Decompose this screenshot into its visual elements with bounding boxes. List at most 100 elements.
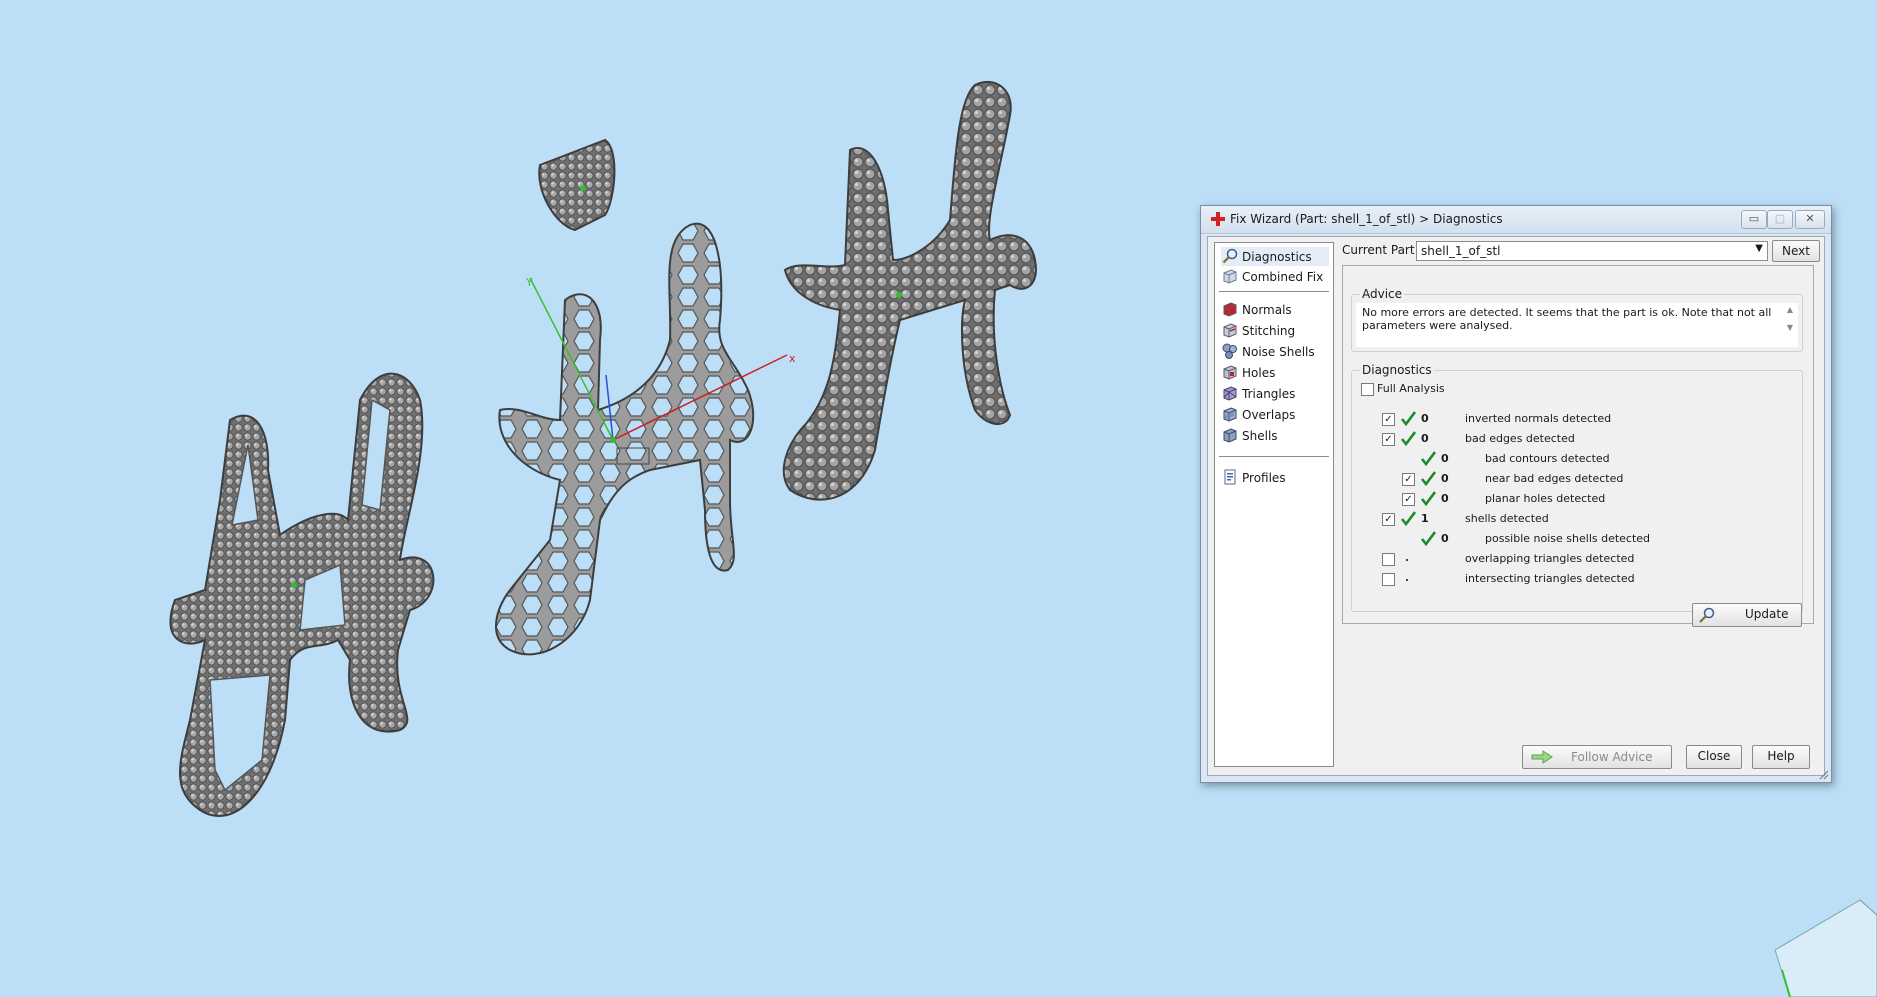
diagnostics-panel: Advice No more errors are detected. It s… <box>1342 265 1814 627</box>
dialog-title: Fix Wizard (Part: shell_1_of_stl) > Diag… <box>1230 212 1503 226</box>
pendant-middle-model: x Y <box>495 138 796 656</box>
sidebar-item-label: Stitching <box>1242 324 1296 338</box>
full-analysis-label: Full Analysis <box>1377 382 1445 395</box>
sidebar-item-label: Profiles <box>1242 471 1286 485</box>
resize-grip-icon[interactable] <box>1819 770 1829 780</box>
wizard-sidebar: Diagnostics Combined Fix Normals Stitchi… <box>1214 242 1334 767</box>
shells-checkbox[interactable]: ✓ <box>1382 513 1395 526</box>
overlapping-triangles-checkbox[interactable] <box>1382 553 1395 566</box>
fix-wizard-dialog: Fix Wizard (Part: shell_1_of_stl) > Diag… <box>1200 205 1832 783</box>
sidebar-item-diagnostics[interactable]: Diagnostics <box>1221 247 1329 266</box>
noise-shells-label: possible noise shells detected <box>1485 532 1651 545</box>
sidebar-item-triangles[interactable]: Triangles <box>1221 384 1329 403</box>
advice-legend: Advice <box>1360 287 1405 301</box>
sidebar-item-stitching[interactable]: Stitching <box>1221 321 1329 340</box>
inverted-normals-label: inverted normals detected <box>1465 412 1612 425</box>
pending-dot-icon <box>1406 579 1408 581</box>
sidebar-item-label: Combined Fix <box>1242 270 1324 284</box>
follow-advice-label: Follow Advice <box>1571 750 1653 764</box>
planar-holes-count: 0 <box>1441 492 1449 505</box>
sidebar-item-label: Noise Shells <box>1242 345 1315 359</box>
green-check-icon <box>1400 511 1416 526</box>
sidebar-item-normals[interactable]: Normals <box>1221 300 1329 319</box>
shells-count: 1 <box>1421 512 1429 525</box>
magnifier-icon <box>1222 248 1238 264</box>
sidebar-item-shells[interactable]: Shells <box>1221 426 1329 445</box>
help-button[interactable]: Help <box>1752 745 1810 769</box>
diagnostics-group: Diagnostics Full Analysis ✓ 0 inverted n… <box>1351 363 1803 627</box>
update-label: Update <box>1745 607 1789 621</box>
normals-cube-icon <box>1222 301 1238 317</box>
sidebar-item-noise-shells[interactable]: Noise Shells <box>1221 342 1329 361</box>
planar-holes-label: planar holes detected <box>1485 492 1606 505</box>
bad-contours-label: bad contours detected <box>1485 452 1610 465</box>
sidebar-item-combined-fix[interactable]: Combined Fix <box>1221 267 1329 286</box>
bad-edges-label: bad edges detected <box>1465 432 1575 445</box>
axis-y-label: Y <box>525 276 533 289</box>
sidebar-item-label: Triangles <box>1242 387 1296 401</box>
intersecting-triangles-checkbox[interactable] <box>1382 573 1395 586</box>
pending-dot-icon <box>1406 559 1408 561</box>
close-button[interactable]: Close <box>1686 745 1742 769</box>
near-bad-edges-checkbox[interactable]: ✓ <box>1402 473 1415 486</box>
noise-shells-count: 0 <box>1441 532 1449 545</box>
arrow-right-icon <box>1531 750 1553 771</box>
advice-textbox[interactable]: No more errors are detected. It seems th… <box>1356 303 1798 347</box>
bad-contours-count: 0 <box>1441 452 1449 465</box>
shells-cube-icon <box>1222 427 1238 443</box>
near-bad-edges-label: near bad edges detected <box>1485 472 1624 485</box>
current-part-value: shell_1_of_stl <box>1421 244 1501 258</box>
dialog-client-area: Diagnostics Combined Fix Normals Stitchi… <box>1207 236 1825 776</box>
minimize-button[interactable]: ▭ <box>1741 210 1767 229</box>
view-cube[interactable] <box>1774 899 1877 997</box>
pendant-left-model <box>169 372 435 817</box>
sidebar-divider <box>1219 456 1329 457</box>
inverted-normals-count: 0 <box>1421 412 1429 425</box>
intersecting-triangles-label: intersecting triangles detected <box>1465 572 1635 585</box>
near-bad-edges-count: 0 <box>1441 472 1449 485</box>
overlapping-triangles-label: overlapping triangles detected <box>1465 552 1635 565</box>
wizard-main-area: Current Part: shell_1_of_stl ▼ Next Advi… <box>1340 237 1824 775</box>
sidebar-item-label: Holes <box>1242 366 1276 380</box>
next-button[interactable]: Next <box>1772 240 1820 262</box>
full-analysis-checkbox[interactable] <box>1361 383 1374 396</box>
sidebar-item-label: Overlaps <box>1242 408 1296 422</box>
follow-advice-button[interactable]: Follow Advice <box>1522 745 1672 769</box>
cube-icon <box>1222 268 1238 284</box>
chevron-down-icon: ▼ <box>1755 243 1763 254</box>
update-button[interactable]: Update <box>1692 603 1802 627</box>
stitching-cube-icon <box>1222 322 1238 338</box>
sidebar-item-holes[interactable]: Holes <box>1221 363 1329 382</box>
maximize-button[interactable]: ▢ <box>1767 210 1793 229</box>
magnifier-icon <box>1698 607 1716 630</box>
axis-x-label: x <box>789 352 796 365</box>
sidebar-item-label: Shells <box>1242 429 1278 443</box>
inverted-normals-checkbox[interactable]: ✓ <box>1382 413 1395 426</box>
green-check-icon <box>1420 531 1436 546</box>
pendant-right-model <box>782 80 1037 501</box>
bad-edges-count: 0 <box>1421 432 1429 445</box>
green-check-icon <box>1420 451 1436 466</box>
advice-text: No more errors are detected. It seems th… <box>1362 306 1772 332</box>
sidebar-item-overlaps[interactable]: Overlaps <box>1221 405 1329 424</box>
shells-label: shells detected <box>1465 512 1549 525</box>
green-check-icon <box>1420 471 1436 486</box>
overlaps-cube-icon <box>1222 406 1238 422</box>
profiles-icon <box>1222 469 1238 485</box>
advice-scrollbar[interactable]: ▲ ▼ <box>1784 305 1796 345</box>
advice-group: Advice No more errors are detected. It s… <box>1351 287 1803 352</box>
dialog-titlebar[interactable]: Fix Wizard (Part: shell_1_of_stl) > Diag… <box>1201 206 1831 234</box>
close-window-button[interactable]: ✕ <box>1795 210 1825 229</box>
holes-cube-icon <box>1222 364 1238 380</box>
triangles-cube-icon <box>1222 385 1238 401</box>
green-check-icon <box>1400 431 1416 446</box>
noise-shells-icon <box>1222 343 1238 359</box>
current-part-select[interactable]: shell_1_of_stl ▼ <box>1416 241 1768 261</box>
bad-edges-checkbox[interactable]: ✓ <box>1382 433 1395 446</box>
sidebar-item-label: Normals <box>1242 303 1292 317</box>
sidebar-divider <box>1219 291 1329 292</box>
planar-holes-checkbox[interactable]: ✓ <box>1402 493 1415 506</box>
diagnostics-legend: Diagnostics <box>1360 363 1434 377</box>
sidebar-item-profiles[interactable]: Profiles <box>1221 468 1329 487</box>
sidebar-item-label: Diagnostics <box>1242 250 1312 264</box>
